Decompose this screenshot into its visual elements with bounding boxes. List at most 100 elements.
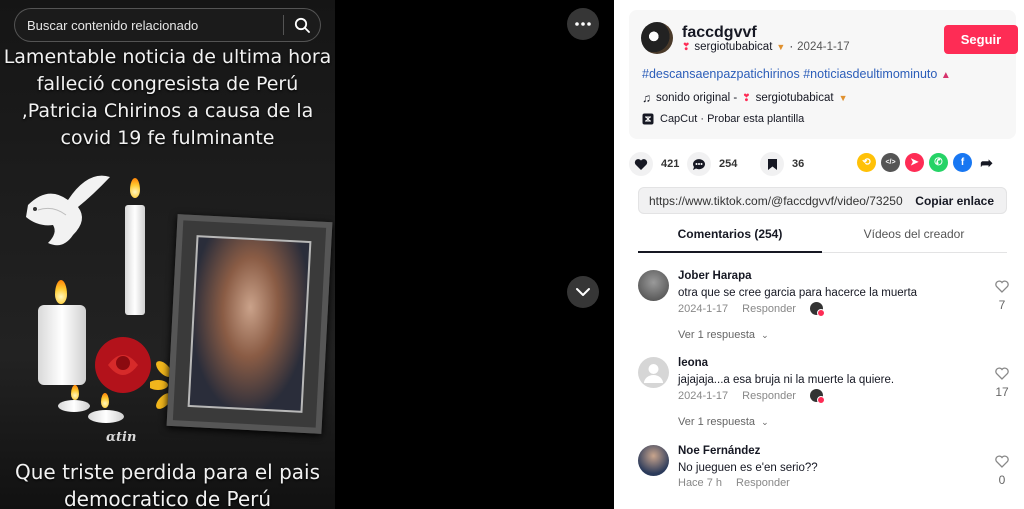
reply-button[interactable]: Responder — [736, 477, 790, 489]
comment-like-count: 17 — [995, 385, 1009, 399]
comment-author[interactable]: Jober Harapa — [678, 270, 752, 282]
photo-frame — [166, 214, 333, 434]
repost-icon: ⟲ — [862, 157, 871, 168]
avatar[interactable] — [638, 270, 669, 301]
avatar[interactable] — [638, 357, 669, 388]
post-date: 2024-1-17 — [797, 41, 850, 53]
music-note-icon: ♫ — [642, 91, 651, 105]
share-arrow-icon: ➦ — [980, 154, 993, 172]
view-replies-label[interactable]: Ver 1 respuesta — [678, 416, 755, 428]
chevron-down-icon — [576, 288, 590, 296]
whatsapp-icon: ✆ — [934, 157, 943, 168]
copy-link-button[interactable]: Copiar enlace — [903, 194, 1006, 208]
embed-share-button[interactable]: </> — [881, 153, 900, 172]
tab-creator-videos[interactable]: Vídeos del creador — [822, 227, 1006, 253]
comment-meta: Hace 7 h Responder — [678, 477, 790, 489]
reply-button[interactable]: Responder — [742, 390, 796, 402]
hashtags[interactable]: #descansaenpazpatichirinos #noticiasdeul… — [642, 67, 951, 81]
search-icon — [294, 17, 310, 33]
comment-button[interactable]: 254 — [687, 152, 737, 176]
view-replies-button[interactable]: Ver 1 respuesta ⌄ — [678, 329, 769, 341]
flame-icon — [130, 178, 140, 198]
share-arrow-share-button[interactable]: ➦ — [977, 153, 996, 172]
default-avatar-icon — [644, 364, 663, 383]
sound-line[interactable]: ♫ sonido original - ❣ sergiotubabicat ▼ — [642, 91, 848, 105]
tealight-1 — [58, 400, 90, 412]
creator-liked-icon — [809, 389, 825, 404]
candle-tall — [125, 205, 145, 315]
dot-separator: · — [789, 41, 794, 53]
comment-icon — [687, 152, 711, 176]
save-button[interactable]: 36 — [760, 152, 804, 176]
sound-user[interactable]: sergiotubabicat — [756, 92, 834, 104]
author-subline: ❣ sergiotubabicat ▼ · 2024-1-17 — [682, 41, 850, 53]
next-video-button[interactable] — [567, 276, 599, 308]
avatar[interactable] — [638, 445, 669, 476]
capcut-icon — [642, 113, 654, 125]
party-emoji-icon: ▲ — [940, 70, 951, 81]
cat-emoji-icon: ▼ — [838, 93, 848, 103]
avatar[interactable] — [641, 22, 673, 54]
chevron-down-icon: ⌄ — [761, 417, 769, 427]
comment-date: Hace 7 h — [678, 477, 723, 489]
side-panel: faccdgvvf ❣ sergiotubabicat ▼ · 2024-1-1… — [614, 0, 1024, 509]
tealight-2 — [88, 410, 124, 423]
cat-emoji-icon: ▼ — [776, 42, 786, 52]
creator-liked-icon — [809, 302, 825, 317]
flame-icon — [71, 385, 79, 400]
video-url[interactable]: https://www.tiktok.com/@faccdgvvf/video/… — [639, 194, 903, 208]
more-dots-icon — [575, 22, 591, 26]
save-count: 36 — [792, 158, 805, 170]
follow-button[interactable]: Seguir — [944, 25, 1018, 54]
reply-button[interactable]: Responder — [742, 303, 796, 315]
hashtags-text[interactable]: #descansaenpazpatichirinos #noticiasdeul… — [642, 67, 937, 81]
video-player[interactable]: Lamentable noticia de ultima hora fallec… — [0, 0, 614, 509]
dove-image — [26, 175, 110, 246]
video-caption-bottom: Que triste perdida para el pais democrat… — [15, 460, 320, 509]
heart-outline-icon — [995, 367, 1009, 380]
search-input[interactable] — [15, 17, 283, 33]
badge-icon: ❣ — [682, 41, 691, 53]
share-link-box[interactable]: https://www.tiktok.com/@faccdgvvf/video/… — [638, 187, 1007, 214]
badge-icon: ❣ — [742, 92, 751, 104]
flame-icon — [55, 280, 67, 304]
search-button[interactable] — [284, 8, 320, 42]
like-button[interactable]: 421 — [629, 152, 679, 176]
view-replies-label[interactable]: Ver 1 respuesta — [678, 329, 755, 341]
send-share-button[interactable]: ➤ — [905, 153, 924, 172]
heart-outline-icon — [995, 455, 1009, 468]
author-nickname[interactable]: sergiotubabicat — [694, 41, 772, 53]
comment-item: Noe Fernández No jueguen es e'en serio??… — [638, 445, 1014, 505]
bookmark-icon — [760, 152, 784, 176]
view-replies-button[interactable]: Ver 1 respuesta ⌄ — [678, 416, 769, 428]
comment-author[interactable]: leona — [678, 357, 708, 369]
embed-icon: </> — [885, 159, 896, 166]
tab-comments[interactable]: Comentarios (254) — [638, 227, 822, 253]
comment-text: otra que se cree garcia para hacerce la … — [678, 287, 918, 299]
comment-like-button[interactable]: 7 — [994, 280, 1010, 312]
comment-meta: 2024-1-17 Responder — [678, 302, 825, 317]
capcut-label[interactable]: CapCut · Probar esta plantilla — [660, 113, 804, 125]
username[interactable]: faccdgvvf — [682, 24, 757, 42]
repost-share-button[interactable]: ⟲ — [857, 153, 876, 172]
comment-like-button[interactable]: 17 — [994, 367, 1010, 399]
comment-like-button[interactable]: 0 — [994, 455, 1010, 487]
capcut-link[interactable]: CapCut · Probar esta plantilla — [642, 113, 804, 125]
comment-author[interactable]: Noe Fernández — [678, 445, 760, 457]
comment-like-count: 0 — [998, 473, 1006, 487]
comment-date: 2024-1-17 — [678, 389, 729, 402]
comment-like-count: 7 — [998, 298, 1006, 312]
chevron-down-icon: ⌄ — [761, 330, 769, 340]
heart-icon — [629, 152, 653, 176]
like-count: 421 — [661, 158, 680, 170]
comment-item: leona jajajaja...a esa bruja ni la muert… — [638, 357, 1014, 437]
comment-text: No jueguen es e'en serio?? — [678, 462, 818, 474]
facebook-share-button[interactable]: f — [953, 153, 972, 172]
send-icon: ➤ — [910, 157, 919, 168]
search-bar[interactable] — [14, 8, 321, 42]
tab-bar: Comentarios (254) Vídeos del creador — [638, 227, 1007, 253]
whatsapp-share-button[interactable]: ✆ — [929, 153, 948, 172]
video-frame[interactable]: Lamentable noticia de ultima hora fallec… — [0, 0, 335, 509]
sound-prefix[interactable]: sonido original - — [656, 92, 737, 104]
more-options-button[interactable] — [567, 8, 599, 40]
